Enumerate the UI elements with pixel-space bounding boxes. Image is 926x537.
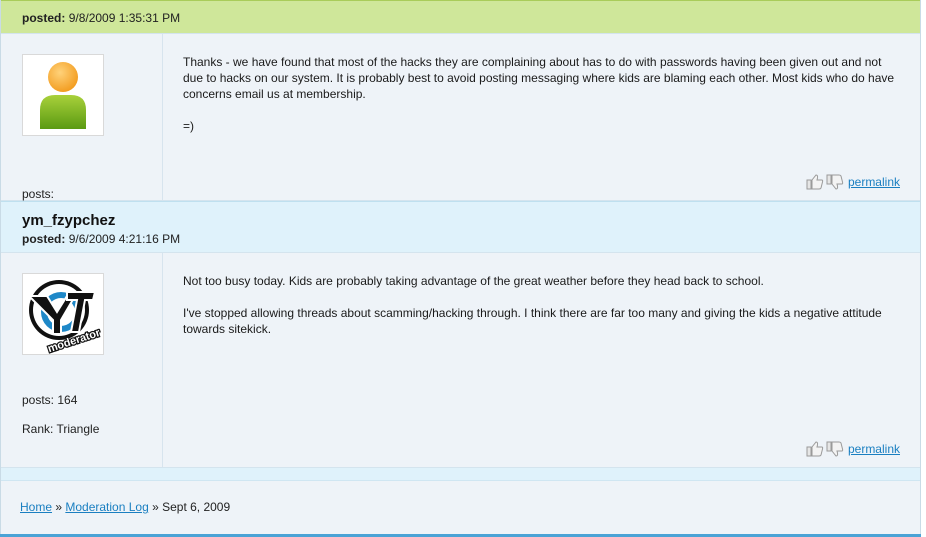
post-timestamp: posted: 9/8/2009 1:35:31 PM	[22, 11, 180, 25]
thumbs-up-icon[interactable]	[806, 441, 824, 457]
thumbs-up-icon[interactable]	[806, 174, 824, 190]
post-count: posts:	[22, 187, 55, 201]
post-message: Not too busy today. Kids are probably ta…	[183, 273, 903, 337]
posted-label: posted:	[22, 232, 66, 246]
default-user-icon	[40, 62, 86, 129]
post-username[interactable]: ym_fzypchez	[22, 212, 115, 229]
post-header: ym_fzypchez posted: 9/6/2009 4:21:16 PM	[1, 201, 920, 253]
breadcrumb-separator: »	[52, 500, 66, 514]
ytv-moderator-logo: moderator	[26, 280, 104, 357]
permalink-link[interactable]: permalink	[848, 175, 900, 189]
post-message: Thanks - we have found that most of the …	[183, 54, 903, 134]
posted-value: 9/8/2009 1:35:31 PM	[68, 11, 181, 25]
permalink-link[interactable]: permalink	[848, 442, 900, 456]
message-paragraph: Not too busy today. Kids are probably ta…	[183, 274, 764, 288]
thumbs-down-icon[interactable]	[826, 174, 844, 190]
avatar[interactable]: moderator	[22, 273, 104, 357]
post-content: Thanks - we have found that most of the …	[163, 34, 920, 200]
breadcrumb-separator: »	[148, 500, 163, 514]
breadcrumb-home-link[interactable]: Home	[20, 500, 52, 514]
post-actions: permalink	[806, 441, 900, 457]
breadcrumb: Home » Moderation Log » Sept 6, 2009	[20, 500, 230, 514]
post-body: posts: Thanks - we have found that most …	[1, 34, 920, 201]
author-sidebar: posts:	[1, 34, 163, 201]
user-rank: Rank: Triangle	[22, 422, 100, 436]
post-body: moderator posts: 164 Rank: Triangle Not …	[1, 253, 920, 468]
posted-value: 9/6/2009 4:21:16 PM	[68, 232, 181, 246]
posted-label: posted:	[22, 11, 66, 25]
post-actions: permalink	[806, 174, 900, 190]
breadcrumb-current: Sept 6, 2009	[162, 500, 231, 514]
forum-thread: posted: 9/8/2009 1:35:31 PM posts: Thank…	[0, 0, 921, 537]
thread-footer-bar	[1, 468, 920, 481]
message-paragraph: I've stopped allowing threads about scam…	[183, 306, 882, 336]
author-sidebar: moderator posts: 164 Rank: Triangle	[1, 253, 163, 467]
avatar[interactable]	[22, 54, 104, 136]
post-timestamp: posted: 9/6/2009 4:21:16 PM	[22, 232, 180, 246]
post-count: posts: 164	[22, 393, 78, 407]
post-header: posted: 9/8/2009 1:35:31 PM	[1, 0, 920, 34]
message-paragraph: Thanks - we have found that most of the …	[183, 55, 895, 101]
post-content: Not too busy today. Kids are probably ta…	[163, 253, 920, 467]
thumbs-down-icon[interactable]	[826, 441, 844, 457]
breadcrumb-moderation-log-link[interactable]: Moderation Log	[65, 500, 148, 514]
message-paragraph: =)	[183, 119, 195, 133]
